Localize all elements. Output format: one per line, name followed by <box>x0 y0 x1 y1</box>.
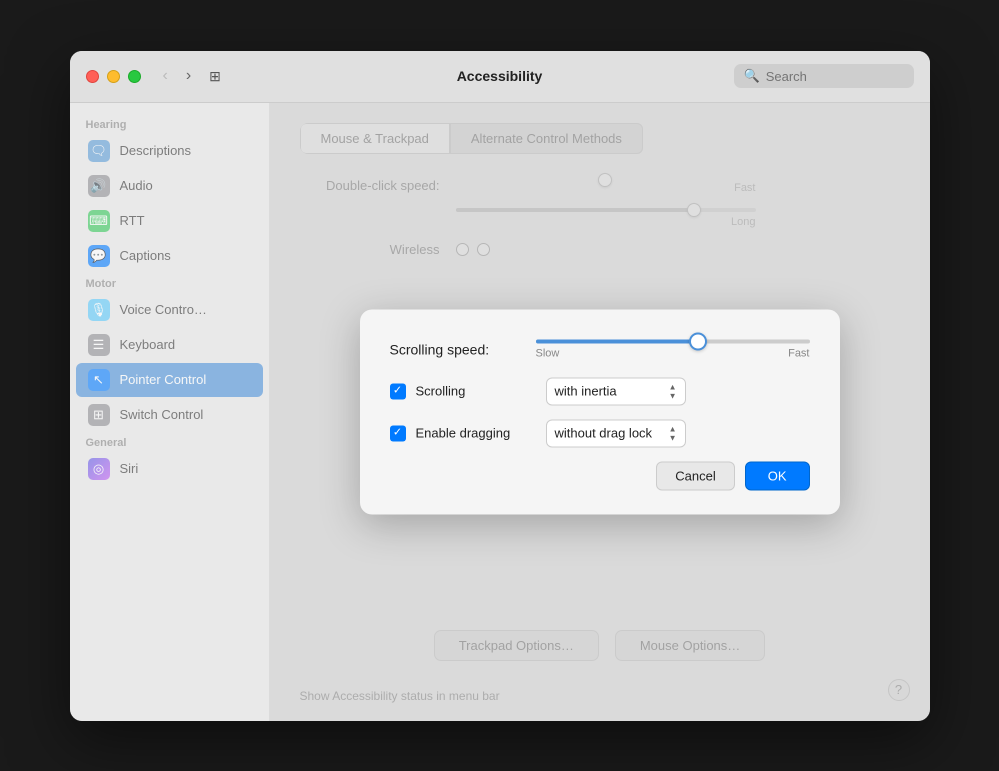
section-label-general: General <box>70 433 269 451</box>
sidebar-item-label: Audio <box>120 178 153 193</box>
dialog: Scrolling speed: Slow Fast <box>360 309 840 514</box>
search-input[interactable] <box>766 69 904 84</box>
search-box[interactable]: 🔍 <box>734 64 914 88</box>
sidebar-item-label: RTT <box>120 213 145 228</box>
checkmark-icon-2: ✓ <box>393 428 402 439</box>
audio-icon: 🔊 <box>88 175 110 197</box>
scrolling-select[interactable]: with inertia ▲ ▼ <box>546 377 686 405</box>
rtt-icon: ⌨ <box>88 210 110 232</box>
keyboard-icon: ☰ <box>88 334 110 356</box>
dragging-select-value: without drag lock <box>555 426 653 441</box>
switch-control-icon: ⊞ <box>88 404 110 426</box>
ok-button[interactable]: OK <box>745 461 810 490</box>
captions-icon: 💬 <box>88 245 110 267</box>
close-button[interactable] <box>86 70 99 83</box>
sidebar-item-label: Pointer Control <box>120 372 207 387</box>
minimize-button[interactable] <box>107 70 120 83</box>
enable-dragging-checkbox[interactable]: ✓ <box>390 425 406 441</box>
sidebar-item-voice-control[interactable]: 🎙 Voice Contro… <box>76 293 263 327</box>
maximize-button[interactable] <box>128 70 141 83</box>
chevron-up-icon: ▲ <box>669 382 677 391</box>
cancel-button[interactable]: Cancel <box>656 461 734 490</box>
content-area: Hearing 🗨 Descriptions 🔊 Audio ⌨ RTT 💬 C… <box>70 103 930 721</box>
scrolling-checkbox-row: ✓ Scrolling with inertia ▲ ▼ <box>390 377 810 405</box>
sidebar-item-audio[interactable]: 🔊 Audio <box>76 169 263 203</box>
chevron-down-icon-2: ▼ <box>669 433 677 442</box>
sidebar-item-descriptions[interactable]: 🗨 Descriptions <box>76 134 263 168</box>
sidebar-item-label: Switch Control <box>120 407 204 422</box>
sidebar-item-label: Keyboard <box>120 337 176 352</box>
dragging-select-arrows: ▲ ▼ <box>669 424 677 442</box>
sidebar-item-label: Voice Contro… <box>120 302 207 317</box>
sidebar-item-label: Captions <box>120 248 171 263</box>
speed-slider-fill <box>536 339 692 343</box>
section-label-motor: Motor <box>70 274 269 292</box>
sidebar-item-pointer-control[interactable]: ↖ Pointer Control <box>76 363 263 397</box>
scrolling-select-arrows: ▲ ▼ <box>669 382 677 400</box>
scrolling-speed-label: Scrolling speed: <box>390 341 520 357</box>
sidebar-item-rtt[interactable]: ⌨ RTT <box>76 204 263 238</box>
traffic-lights <box>86 70 141 83</box>
scrolling-select-value: with inertia <box>555 384 617 399</box>
grid-icon[interactable]: ⊞ <box>209 68 221 85</box>
slow-label: Slow <box>536 347 560 359</box>
sidebar-item-label: Descriptions <box>120 143 192 158</box>
checkmark-icon: ✓ <box>393 386 402 397</box>
dragging-select[interactable]: without drag lock ▲ ▼ <box>546 419 686 447</box>
pointer-control-icon: ↖ <box>88 369 110 391</box>
sidebar-item-siri[interactable]: ◎ Siri <box>76 452 263 486</box>
window-title: Accessibility <box>457 68 543 84</box>
siri-icon: ◎ <box>88 458 110 480</box>
sidebar-item-switch-control[interactable]: ⊞ Switch Control <box>76 398 263 432</box>
enable-dragging-label: Enable dragging <box>416 426 536 441</box>
scrolling-label: Scrolling <box>416 384 536 399</box>
chevron-down-icon: ▼ <box>669 391 677 400</box>
sidebar: Hearing 🗨 Descriptions 🔊 Audio ⌨ RTT 💬 C… <box>70 103 270 721</box>
sidebar-item-captions[interactable]: 💬 Captions <box>76 239 263 273</box>
speed-slider-labels: Slow Fast <box>536 347 810 359</box>
chevron-up-icon-2: ▲ <box>669 424 677 433</box>
forward-button[interactable]: › <box>180 65 197 87</box>
scrolling-speed-row: Scrolling speed: Slow Fast <box>390 339 810 359</box>
section-label-hearing: Hearing <box>70 115 269 133</box>
sidebar-item-label: Siri <box>120 461 139 476</box>
enable-dragging-row: ✓ Enable dragging without drag lock ▲ ▼ <box>390 419 810 447</box>
dialog-buttons: Cancel OK <box>390 461 810 490</box>
back-button[interactable]: ‹ <box>157 65 174 87</box>
voice-control-icon: 🎙 <box>88 299 110 321</box>
scrolling-speed-slider[interactable]: Slow Fast <box>536 339 810 359</box>
fast-label: Fast <box>788 347 809 359</box>
sidebar-item-keyboard[interactable]: ☰ Keyboard <box>76 328 263 362</box>
descriptions-icon: 🗨 <box>88 140 110 162</box>
search-icon: 🔍 <box>744 68 760 84</box>
main-content: Mouse & Trackpad Alternate Control Metho… <box>270 103 930 721</box>
title-bar: ‹ › ⊞ Accessibility 🔍 <box>70 51 930 103</box>
speed-slider-track <box>536 339 810 343</box>
accessibility-window: ‹ › ⊞ Accessibility 🔍 Hearing 🗨 Descript… <box>70 51 930 721</box>
scrolling-checkbox[interactable]: ✓ <box>390 383 406 399</box>
nav-buttons: ‹ › <box>157 65 198 87</box>
